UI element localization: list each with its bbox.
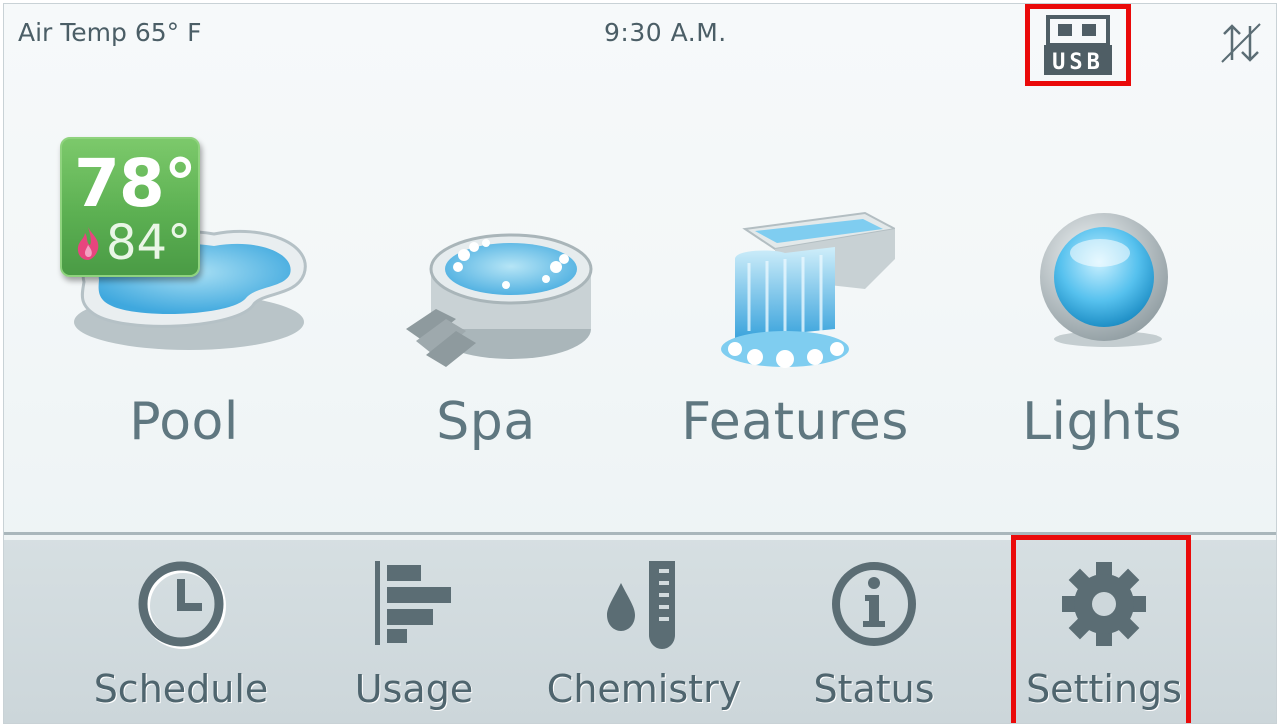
features-label: Features	[681, 392, 909, 452]
nav-usage-label: Usage	[354, 667, 474, 711]
nav-status-label: Status	[813, 667, 935, 711]
nav-chemistry-label: Chemistry	[546, 667, 742, 711]
swap-arrows-icon[interactable]	[1218, 20, 1264, 66]
spa-label: Spa	[436, 392, 536, 452]
nav-settings-label: Settings	[1026, 667, 1182, 711]
info-icon	[832, 562, 916, 646]
nav-settings[interactable]: Settings	[1004, 559, 1204, 719]
nav-schedule-label: Schedule	[93, 667, 269, 711]
pool-controller-screen: Air Temp 65° F 9:30 A.M. USB 78° 84° Poo…	[3, 3, 1277, 724]
usb-label: USB	[1052, 50, 1104, 75]
light-icon	[1040, 213, 1168, 347]
drop-thermometer-icon	[607, 561, 675, 649]
bar-chart-icon	[375, 561, 451, 645]
usb-highlight-box[interactable]: USB	[1025, 4, 1131, 86]
nav-usage[interactable]: Usage	[314, 559, 514, 719]
pool-temperature-badge: 78° 84°	[60, 137, 200, 277]
flame-icon	[77, 227, 99, 260]
usb-icon: USB	[1044, 15, 1112, 75]
waterfall-icon	[721, 211, 895, 368]
clock-icon	[138, 561, 226, 649]
set-temperature: 84°	[106, 215, 192, 271]
nav-chemistry[interactable]: Chemistry	[544, 559, 744, 719]
nav-status[interactable]: Status	[774, 559, 974, 719]
water-temperature: 78°	[74, 145, 197, 222]
lights-label: Lights	[1022, 392, 1182, 452]
bottom-nav: Schedule Usage Chemistry Status Settings	[4, 532, 1276, 723]
pool-label: Pool	[129, 392, 239, 452]
gear-icon	[1062, 562, 1146, 646]
spa-icon	[406, 233, 593, 367]
nav-schedule[interactable]: Schedule	[81, 559, 281, 719]
clock: 9:30 A.M.	[604, 18, 727, 47]
air-temperature: Air Temp 65° F	[18, 18, 202, 47]
